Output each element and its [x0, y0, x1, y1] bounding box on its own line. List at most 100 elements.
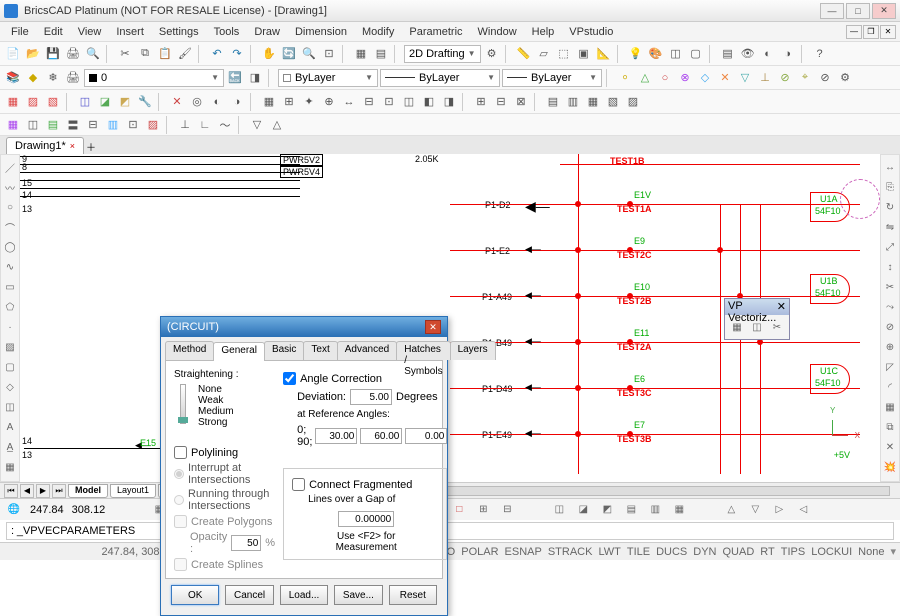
vp-icon17[interactable]: ⊟ — [360, 93, 378, 111]
vp2-icon1[interactable]: ▦ — [4, 116, 22, 134]
sb-icon17[interactable]: △ — [723, 502, 739, 518]
vp-icon21[interactable]: ◨ — [440, 93, 458, 111]
join-icon[interactable]: ⊕ — [882, 339, 898, 355]
layer-iso-icon[interactable]: ◨ — [246, 69, 264, 87]
redo-icon[interactable]: ↷ — [228, 45, 246, 63]
ok-button[interactable]: OK — [171, 585, 219, 605]
vp-icon22[interactable]: ⊞ — [472, 93, 490, 111]
vp2-icon13[interactable]: △ — [268, 116, 286, 134]
mirror-icon[interactable]: ⇋ — [882, 219, 898, 235]
stretch-icon[interactable]: ↕ — [882, 259, 898, 275]
mdi-restore-button[interactable]: ❐ — [863, 25, 879, 39]
selectall-icon[interactable]: ▣ — [575, 45, 593, 63]
pline-icon[interactable]: 〰 — [2, 179, 18, 195]
area-icon[interactable]: ▱ — [535, 45, 553, 63]
vp2-icon9[interactable]: ⊥ — [176, 116, 194, 134]
fillet-icon[interactable]: ◜ — [882, 379, 898, 395]
paste-icon[interactable]: 📋 — [156, 45, 174, 63]
undo-icon[interactable]: ↶ — [208, 45, 226, 63]
spline-icon[interactable]: ∿ — [2, 259, 18, 275]
ellipse-icon[interactable]: ◯ — [2, 239, 18, 255]
zoom-window-icon[interactable]: ⊡ — [320, 45, 338, 63]
sb-icon20[interactable]: ◁ — [795, 502, 811, 518]
solid-icon[interactable]: ▢ — [687, 45, 705, 63]
rect-icon[interactable]: ▭ — [2, 279, 18, 295]
vp-icon12[interactable]: ▦ — [260, 93, 278, 111]
menu-window[interactable]: Window — [471, 24, 524, 40]
layer-lock-icon[interactable]: 🖨 — [64, 69, 82, 87]
layout-tab-model[interactable]: Model — [68, 484, 108, 498]
vp-icon13[interactable]: ⊞ — [280, 93, 298, 111]
sb-icon18[interactable]: ▽ — [747, 502, 763, 518]
vp-icon10[interactable]: ◐ — [208, 93, 226, 111]
layout-tab-1[interactable]: Layout1 — [110, 484, 156, 498]
new-icon[interactable]: 📄 — [4, 45, 22, 63]
sb-icon11[interactable]: ◫ — [551, 502, 567, 518]
next-layout-button[interactable]: ▶ — [36, 484, 50, 498]
copy-icon[interactable]: ⧉ — [136, 45, 154, 63]
wireframe-icon[interactable]: ◫ — [667, 45, 685, 63]
snap-ins-icon[interactable]: ▽ — [736, 69, 754, 87]
palette-icon2[interactable]: ◫ — [749, 319, 765, 335]
vp-icon16[interactable]: ↔ — [340, 93, 358, 111]
menu-insert[interactable]: Insert — [109, 24, 151, 40]
dialog-titlebar[interactable]: (CIRCUIT) ✕ — [161, 317, 447, 337]
menu-file[interactable]: File — [4, 24, 36, 40]
settings-icon[interactable]: ⚙ — [483, 45, 501, 63]
vp-icon28[interactable]: ▧ — [604, 93, 622, 111]
frag-checkbox[interactable] — [292, 478, 305, 491]
vp-icon15[interactable]: ⊕ — [320, 93, 338, 111]
tab-general[interactable]: General — [213, 342, 265, 361]
menu-help[interactable]: Help — [525, 24, 562, 40]
vp-icon29[interactable]: ▨ — [624, 93, 642, 111]
anglecorr-checkbox[interactable] — [283, 372, 296, 385]
snap-node-icon[interactable]: ⊗ — [676, 69, 694, 87]
snap-cen-icon[interactable]: ○ — [656, 69, 674, 87]
load-button[interactable]: Load... — [280, 585, 328, 605]
sb-icon12[interactable]: ◪ — [575, 502, 591, 518]
vp-icon23[interactable]: ⊟ — [492, 93, 510, 111]
last-layout-button[interactable]: ⏭ — [52, 484, 66, 498]
snap-end-icon[interactable]: ⸰ — [616, 69, 634, 87]
rotate-icon[interactable]: ↻ — [882, 199, 898, 215]
array-icon[interactable]: ▦ — [882, 399, 898, 415]
vp-icon2[interactable]: ▨ — [24, 93, 42, 111]
lineweight-combo[interactable]: ByLayer▼ — [502, 69, 602, 87]
layer-combo[interactable]: 0▼ — [84, 69, 224, 87]
save-icon[interactable]: 💾 — [44, 45, 62, 63]
vp2-icon10[interactable]: ∟ — [196, 116, 214, 134]
vp2-icon12[interactable]: ▽ — [248, 116, 266, 134]
extend-icon[interactable]: ⤳ — [882, 299, 898, 315]
vp-icon24[interactable]: ⊠ — [512, 93, 530, 111]
tab-method[interactable]: Method — [165, 341, 214, 360]
linetype-combo[interactable]: ByLayer▼ — [380, 69, 500, 87]
rtrot-icon[interactable]: 🔄 — [280, 45, 298, 63]
polylining-checkbox[interactable] — [174, 446, 187, 459]
vp-icon26[interactable]: ▥ — [564, 93, 582, 111]
select-icon[interactable]: ⬚ — [555, 45, 573, 63]
view-icon[interactable]: 👁 — [739, 45, 757, 63]
mtext-icon[interactable]: A̲ — [2, 439, 18, 455]
boundary-icon[interactable]: ◇ — [2, 379, 18, 395]
hide-icon[interactable]: ◐ — [759, 45, 777, 63]
print-preview-icon[interactable]: 🔍 — [84, 45, 102, 63]
snap-perp-icon[interactable]: ⊥ — [756, 69, 774, 87]
sb-icon13[interactable]: ◩ — [599, 502, 615, 518]
layer-manager-icon[interactable]: 📚 — [4, 69, 22, 87]
vp-icon11[interactable]: ◑ — [228, 93, 246, 111]
open-icon[interactable]: 📂 — [24, 45, 42, 63]
vp-icon6[interactable]: ◩ — [116, 93, 134, 111]
light-icon[interactable]: 💡 — [627, 45, 645, 63]
pan-icon[interactable]: ✋ — [260, 45, 278, 63]
table-icon[interactable]: ▦ — [2, 459, 18, 475]
matchprop-icon[interactable]: 🖌 — [176, 45, 194, 63]
point-icon[interactable]: · — [2, 319, 18, 335]
menu-view[interactable]: View — [71, 24, 109, 40]
arc-icon[interactable]: ⌒ — [2, 219, 18, 235]
vp2-icon4[interactable]: 〓 — [64, 116, 82, 134]
snap-near-icon[interactable]: ⌖ — [796, 69, 814, 87]
mdi-minimize-button[interactable]: — — [846, 25, 862, 39]
interrupt-radio[interactable] — [174, 469, 184, 479]
menu-parametric[interactable]: Parametric — [402, 24, 469, 40]
ang3-input[interactable] — [405, 428, 447, 444]
